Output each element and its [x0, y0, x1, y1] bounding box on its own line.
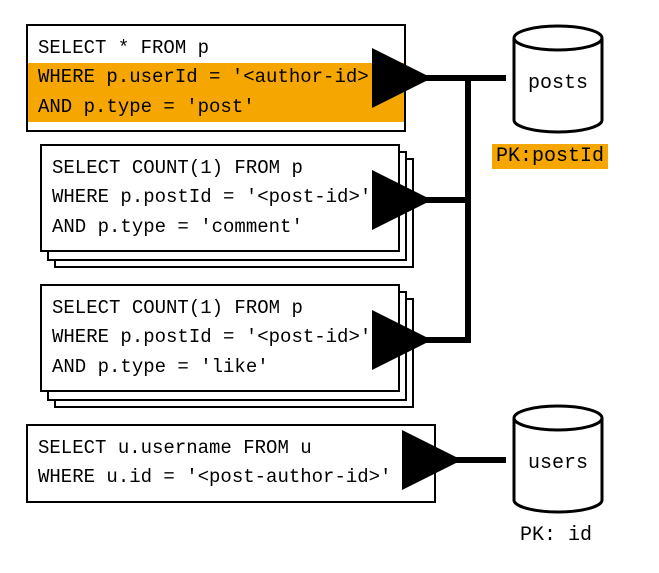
database-label: posts [510, 72, 606, 95]
sql-line: WHERE p.postId = '<post-id>' [52, 323, 388, 352]
sql-line: SELECT * FROM p [38, 34, 394, 63]
query-diagram: { "queries": { "q1": { "line1": "SELECT … [0, 0, 659, 573]
sql-line: AND p.type = 'like' [52, 353, 388, 382]
query-box-comment-count: SELECT COUNT(1) FROM p WHERE p.postId = … [40, 144, 400, 252]
sql-line: WHERE p.postId = '<post-id>' [52, 183, 388, 212]
database-label: users [510, 452, 606, 475]
sql-line: AND p.type = 'comment' [52, 213, 388, 242]
sql-line-highlighted: WHERE p.userId = '<author-id>' [28, 63, 404, 92]
partition-key-users: PK: id [520, 524, 592, 547]
sql-line: WHERE u.id = '<post-author-id>' [38, 463, 424, 492]
partition-key-posts: PK:postId [492, 144, 608, 169]
query-box-like-count: SELECT COUNT(1) FROM p WHERE p.postId = … [40, 284, 400, 392]
sql-line: SELECT u.username FROM u [38, 434, 424, 463]
query-box-posts-by-author: SELECT * FROM p WHERE p.userId = '<autho… [26, 24, 406, 132]
database-posts: posts [510, 24, 606, 134]
sql-line-highlighted: AND p.type = 'post' [28, 93, 404, 122]
sql-line: SELECT COUNT(1) FROM p [52, 294, 388, 323]
sql-line: SELECT COUNT(1) FROM p [52, 154, 388, 183]
database-users: users [510, 404, 606, 514]
query-box-username: SELECT u.username FROM u WHERE u.id = '<… [26, 424, 436, 503]
